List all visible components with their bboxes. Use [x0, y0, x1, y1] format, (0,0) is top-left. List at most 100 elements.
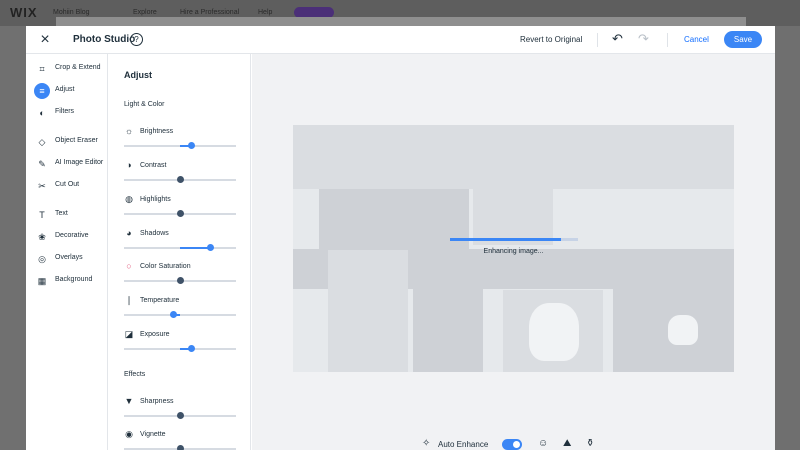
saturation-icon: ○	[126, 261, 132, 271]
sun-icon: ☼	[124, 126, 134, 136]
color-saturation-control: ○ Color Saturation	[124, 261, 236, 291]
vignette-control: ◉ Vignette	[124, 429, 236, 450]
bg-hire: Hire a Professional	[180, 9, 240, 16]
product-icon[interactable]: ⚱	[586, 438, 594, 449]
highlights-control: ◍ Highlights	[124, 194, 236, 224]
close-icon[interactable]: ×	[38, 32, 52, 48]
tool-crop-extend[interactable]: ⌗ Crop & Extend	[32, 60, 106, 78]
face-icon[interactable]: ☺	[538, 438, 548, 449]
wix-logo: WIX	[10, 5, 38, 20]
adjust-title: Adjust	[124, 70, 152, 80]
slider-fill	[180, 247, 211, 249]
thermometer-icon: ❘	[125, 295, 133, 305]
contrast-control: ◑ Contrast	[124, 160, 236, 190]
control-label: Sharpness	[140, 398, 174, 405]
tool-filters[interactable]: ◐ Filters	[32, 104, 106, 122]
tool-text[interactable]: T Text	[32, 206, 106, 224]
contrast-icon: ◑	[126, 160, 132, 170]
background-icon: ▦	[37, 276, 47, 286]
shadows-icon: ◕	[126, 228, 132, 238]
control-label: Exposure	[140, 331, 170, 338]
vignette-icon: ◉	[125, 429, 133, 439]
slider-handle[interactable]	[176, 412, 184, 419]
decorative-icon: ❀	[38, 232, 46, 242]
photo-studio-modal: × Photo Studio ? Revert to Original ↶ ↷ …	[26, 26, 775, 450]
slider-handle[interactable]	[169, 311, 177, 318]
adjust-panel: Adjust Light & Color ☼ Brightness ◑ Cont…	[109, 54, 251, 450]
tool-ai-image-editor[interactable]: ✎ AI Image Editor	[32, 155, 106, 173]
cancel-button[interactable]: Cancel	[684, 35, 709, 44]
sharpness-control: ▼ Sharpness	[124, 396, 236, 426]
slider-handle[interactable]	[176, 210, 184, 217]
section-effects: Effects	[124, 371, 146, 378]
undo-icon[interactable]: ↶	[612, 31, 623, 47]
control-label: Shadows	[140, 230, 169, 237]
sliders-icon: ≡	[34, 83, 50, 99]
save-button[interactable]: Save	[724, 31, 762, 48]
exposure-control: ◪ Exposure	[124, 329, 236, 359]
overlays-icon: ◎	[38, 254, 46, 264]
modal-header: × Photo Studio ? Revert to Original ↶ ↷ …	[26, 26, 775, 54]
tool-label: Crop & Extend	[55, 64, 101, 71]
control-label: Contrast	[140, 162, 167, 169]
progress-bar	[450, 238, 562, 241]
tool-label: Decorative	[55, 232, 89, 239]
canvas-area: Enhancing image... ✧ Auto Enhance ☺ ⛰ ⚱	[252, 54, 775, 450]
tool-label: Adjust	[55, 86, 75, 93]
brightness-control: ☼ Brightness	[124, 126, 236, 156]
tools-sidebar: ⌗ Crop & Extend ≡ Adjust ◐ Filters ◇ Obj…	[26, 54, 108, 450]
eraser-icon: ◇	[38, 137, 46, 147]
tool-adjust[interactable]: ≡ Adjust	[32, 82, 106, 100]
help-icon[interactable]: ?	[130, 33, 143, 46]
magic-wand-icon: ✧	[422, 438, 431, 449]
tool-label: Overlays	[55, 254, 83, 261]
control-label: Brightness	[140, 128, 174, 135]
slider-handle[interactable]	[206, 244, 214, 251]
bg-right-rail	[775, 26, 800, 450]
exposure-icon: ◪	[124, 329, 134, 339]
tool-object-eraser[interactable]: ◇ Object Eraser	[32, 133, 106, 151]
tool-cut-out[interactable]: ✂ Cut Out	[32, 177, 106, 195]
ai-edit-icon: ✎	[38, 159, 46, 169]
shadows-control: ◕ Shadows	[124, 228, 236, 258]
slider-handle[interactable]	[187, 345, 195, 352]
highlights-icon: ◍	[125, 194, 133, 204]
tool-label: Background	[55, 276, 93, 283]
tool-label: Text	[55, 210, 68, 217]
slider-track[interactable]	[124, 314, 236, 316]
temperature-control: ❘ Temperature	[124, 295, 236, 325]
tool-background[interactable]: ▦ Background	[32, 272, 106, 290]
slider-handle[interactable]	[187, 142, 195, 149]
slider-handle[interactable]	[176, 445, 184, 450]
tool-overlays[interactable]: ◎ Overlays	[32, 250, 106, 268]
photo-preview: Enhancing image...	[293, 125, 734, 372]
slider-handle[interactable]	[176, 277, 184, 284]
section-light-color: Light & Color	[124, 101, 165, 108]
control-label: Highlights	[140, 196, 171, 203]
bg-site-name: Mohiin Blog	[53, 9, 90, 16]
control-label: Vignette	[140, 431, 166, 438]
tool-label: Object Eraser	[55, 137, 98, 144]
revert-button[interactable]: Revert to Original	[520, 35, 582, 44]
bg-strip	[56, 17, 746, 26]
auto-enhance-toggle[interactable]	[502, 439, 522, 450]
slider-handle[interactable]	[176, 176, 184, 183]
bg-help: Help	[258, 9, 273, 16]
landscape-icon[interactable]: ⛰	[563, 438, 571, 449]
divider	[667, 33, 668, 47]
tool-label: AI Image Editor	[55, 159, 104, 166]
crop-icon: ⌗	[39, 64, 45, 74]
scissors-icon: ✂	[38, 181, 46, 191]
bg-left-rail	[0, 26, 26, 450]
tool-label: Cut Out	[55, 181, 80, 188]
filters-icon: ◐	[39, 108, 45, 118]
tool-decorative[interactable]: ❀ Decorative	[32, 228, 106, 246]
control-label: Temperature	[140, 297, 180, 304]
tool-label: Filters	[55, 108, 75, 115]
redo-icon[interactable]: ↷	[638, 31, 649, 47]
control-label: Color Saturation	[140, 263, 191, 270]
enhancing-status: Enhancing image...	[483, 248, 544, 255]
page-title: Photo Studio	[73, 34, 136, 45]
text-icon: T	[39, 210, 45, 220]
auto-enhance-label: Auto Enhance	[438, 440, 489, 449]
